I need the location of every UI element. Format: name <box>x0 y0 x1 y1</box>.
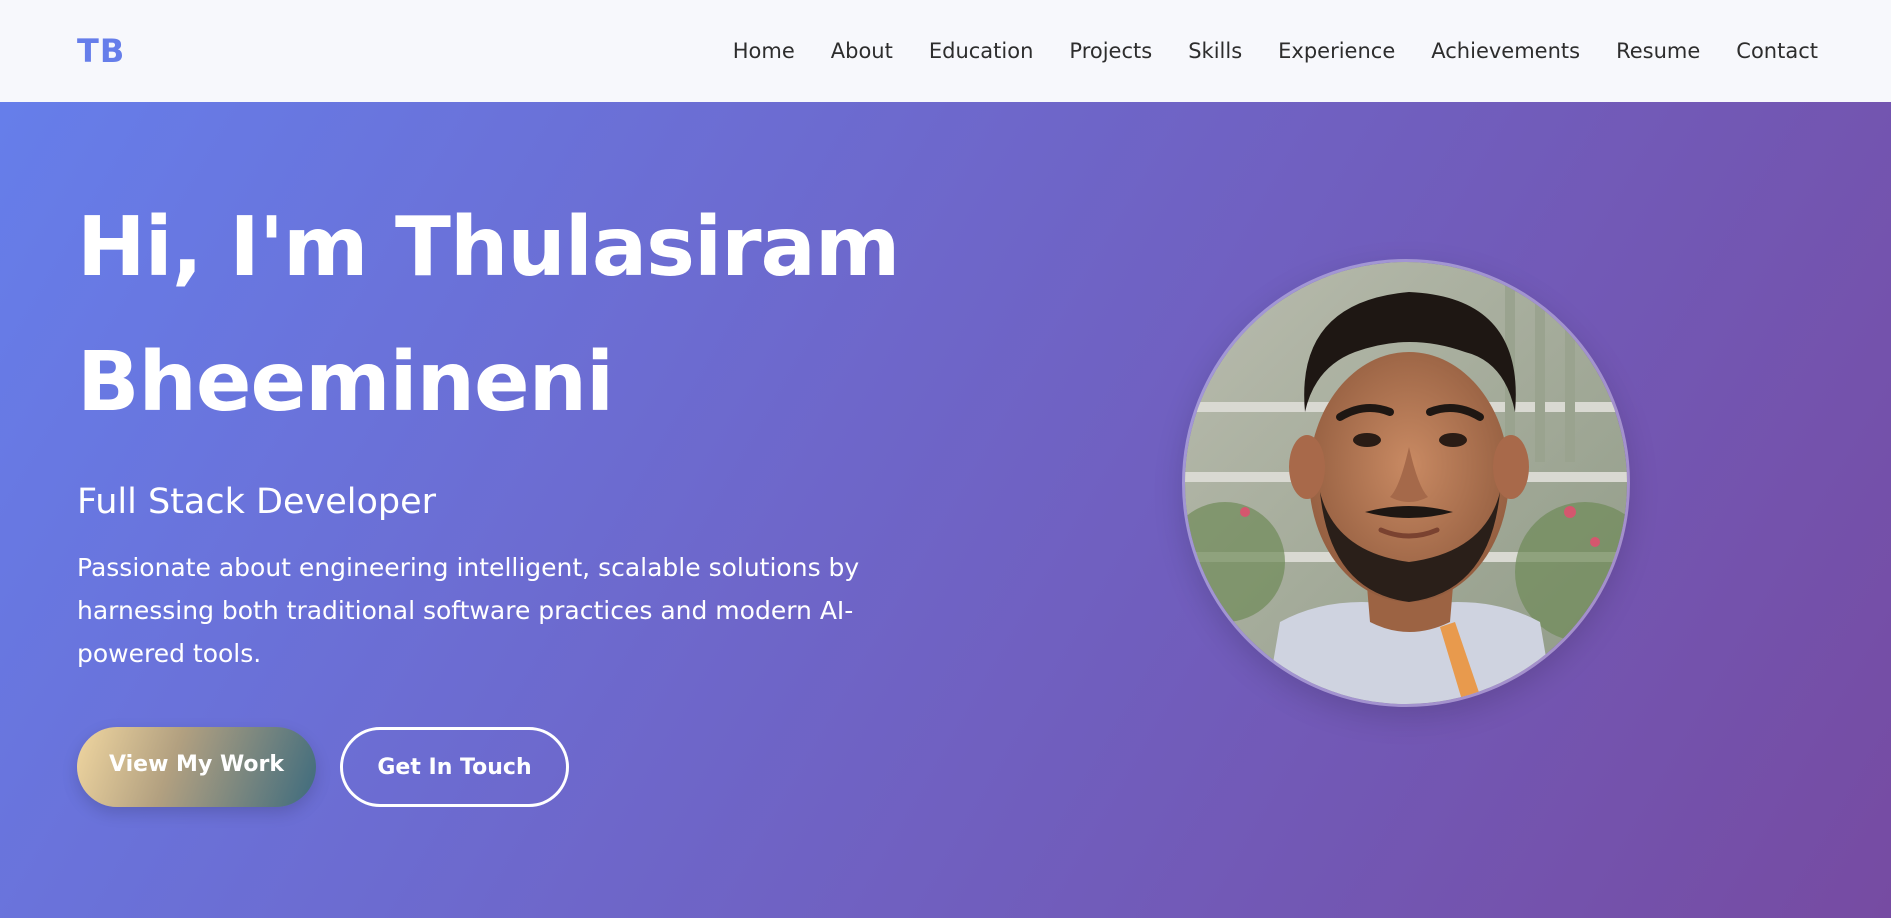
nav-links: Home About Education Projects Skills Exp… <box>733 39 1818 63</box>
hero-section: Hi, I'm Thulasiram Bheemineni Full Stack… <box>0 102 1891 918</box>
nav-link-about[interactable]: About <box>831 39 893 63</box>
nav-link-experience[interactable]: Experience <box>1278 39 1395 63</box>
nav-link-achievements[interactable]: Achievements <box>1431 39 1580 63</box>
nav-link-resume[interactable]: Resume <box>1616 39 1700 63</box>
profile-photo-illustration <box>1185 262 1627 704</box>
nav-link-contact[interactable]: Contact <box>1736 39 1818 63</box>
hero-title-line2: Bheemineni <box>77 335 614 430</box>
view-my-work-button[interactable]: View My Work <box>77 727 316 807</box>
hero-description: Passionate about engineering intelligent… <box>77 553 860 668</box>
hero-subtitle: Full Stack Developer <box>77 482 437 522</box>
hero-text: Hi, I'm Thulasiram Bheemineni Full Stack… <box>77 180 937 807</box>
navbar: TB Home About Education Projects Skills … <box>0 0 1891 102</box>
nav-link-home[interactable]: Home <box>733 39 795 63</box>
nav-link-skills[interactable]: Skills <box>1188 39 1242 63</box>
hero-title: Hi, I'm Thulasiram Bheemineni <box>77 180 937 450</box>
get-in-touch-button[interactable]: Get In Touch <box>340 727 569 807</box>
nav-link-education[interactable]: Education <box>929 39 1034 63</box>
profile-photo <box>1182 259 1630 707</box>
hero-title-line1: Hi, I'm Thulasiram <box>77 200 900 295</box>
logo[interactable]: TB <box>77 32 125 70</box>
hero-buttons: View My Work Get In Touch <box>77 727 937 807</box>
nav-link-projects[interactable]: Projects <box>1069 39 1152 63</box>
